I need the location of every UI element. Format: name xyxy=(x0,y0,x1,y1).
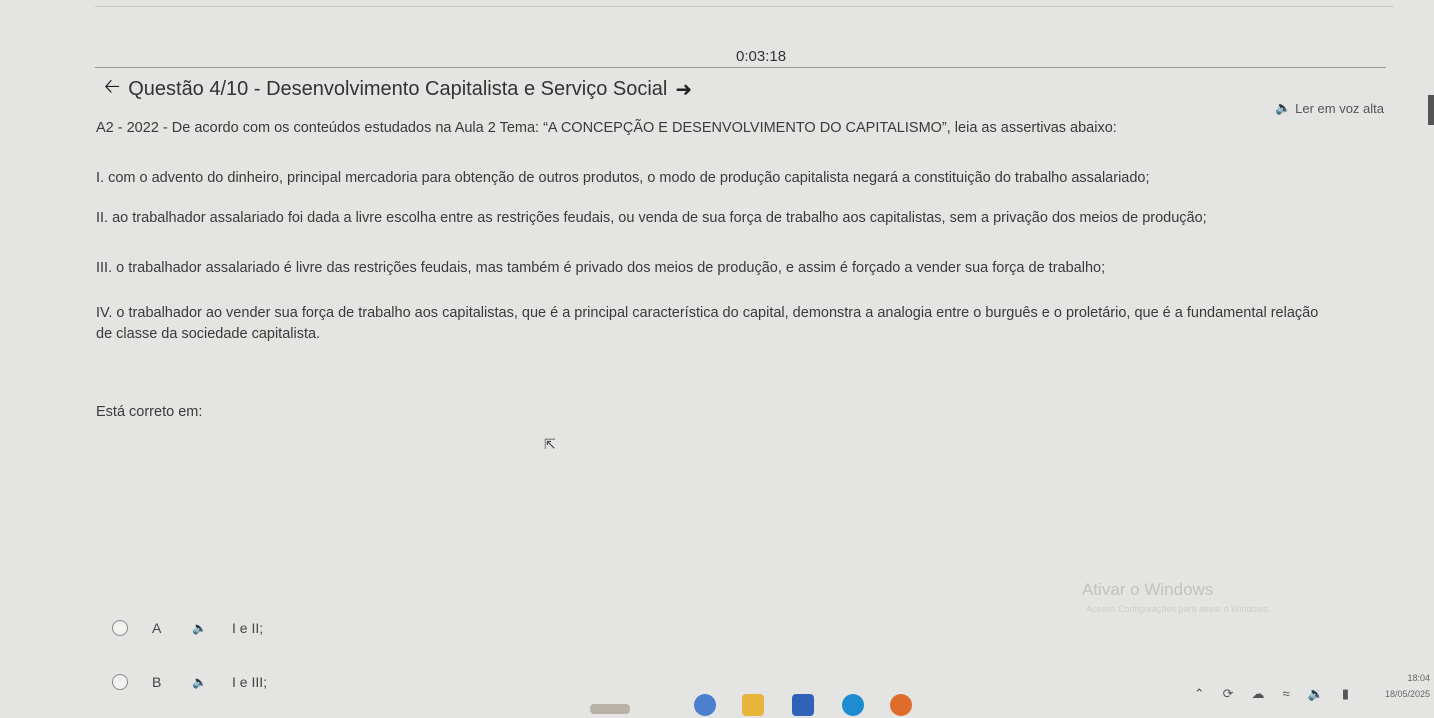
read-aloud-button[interactable]: 🔈 Ler em voz alta xyxy=(1275,100,1384,116)
assertion-ii: II. ao trabalhador assalariado foi dada … xyxy=(96,210,1207,226)
previous-question-arrow-icon[interactable]: 🡠 xyxy=(104,72,120,106)
assertion-iii: III. o trabalhador assalariado é livre d… xyxy=(96,260,1106,276)
option-b-radio[interactable] xyxy=(112,674,128,690)
cloud-icon[interactable]: ☁ xyxy=(1252,686,1265,702)
assertion-i: I. com o advento do dinheiro, principal … xyxy=(96,170,1150,186)
file-explorer-icon[interactable] xyxy=(742,694,764,716)
clock-time: 18:04 xyxy=(1407,673,1430,683)
mouse-cursor-icon: ⇱ xyxy=(544,436,556,452)
answer-option-a[interactable]: A 🔈 I e II; xyxy=(112,620,263,636)
header-divider xyxy=(95,67,1386,68)
question-header: 🡠 Questão 4/10 - Desenvolvimento Capital… xyxy=(104,72,692,106)
windows-activation-subtitle: Acesse Configurações para ativar o Windo… xyxy=(1086,604,1271,614)
taskbar-app-icon[interactable] xyxy=(694,694,716,716)
question-title: Questão 4/10 - Desenvolvimento Capitalis… xyxy=(128,77,668,100)
clock-date: 18/05/2025 xyxy=(1384,689,1430,699)
store-icon[interactable] xyxy=(792,694,814,716)
edge-browser-icon[interactable] xyxy=(842,694,864,716)
battery-icon[interactable]: ▮ xyxy=(1342,686,1349,702)
speaker-icon: 🔈 xyxy=(1274,100,1292,115)
exam-timer: 0:03:18 xyxy=(736,48,787,65)
answer-option-b[interactable]: B 🔈 I e III; xyxy=(112,674,267,690)
question-prompt: Está correto em: xyxy=(96,404,203,420)
top-border xyxy=(95,6,1394,7)
taskbar-clock[interactable]: 18:04 18/05/2025 xyxy=(1385,670,1430,702)
sync-icon[interactable]: ⟳ xyxy=(1223,686,1234,702)
read-aloud-label: Ler em voz alta xyxy=(1295,100,1384,116)
option-a-letter: A xyxy=(152,620,162,636)
firefox-icon[interactable] xyxy=(890,694,912,716)
question-statement: A2 - 2022 - De acordo com os conteúdos e… xyxy=(96,120,1117,136)
next-question-arrow-icon[interactable]: ➜ xyxy=(675,77,692,102)
option-a-speaker-icon[interactable]: 🔈 xyxy=(192,621,232,635)
system-tray: ⌃ ⟳ ☁ ≈ 🔉 ▮ xyxy=(1194,686,1349,702)
option-a-text: I e II; xyxy=(232,620,264,636)
windows-activation-watermark: Ativar o Windows xyxy=(1082,580,1214,599)
wifi-icon[interactable]: ≈ xyxy=(1283,686,1290,702)
chevron-up-icon[interactable]: ⌃ xyxy=(1194,686,1205,702)
taskbar-app-icon[interactable] xyxy=(590,704,630,714)
option-b-speaker-icon[interactable]: 🔈 xyxy=(192,675,232,689)
assertion-iv: IV. o trabalhador ao vender sua força de… xyxy=(96,305,1319,342)
option-a-radio[interactable] xyxy=(112,620,128,636)
page-scrollbar[interactable] xyxy=(1428,95,1434,125)
volume-icon[interactable]: 🔉 xyxy=(1308,686,1324,702)
option-b-text: I e III; xyxy=(232,674,268,690)
option-b-letter: B xyxy=(152,674,162,690)
